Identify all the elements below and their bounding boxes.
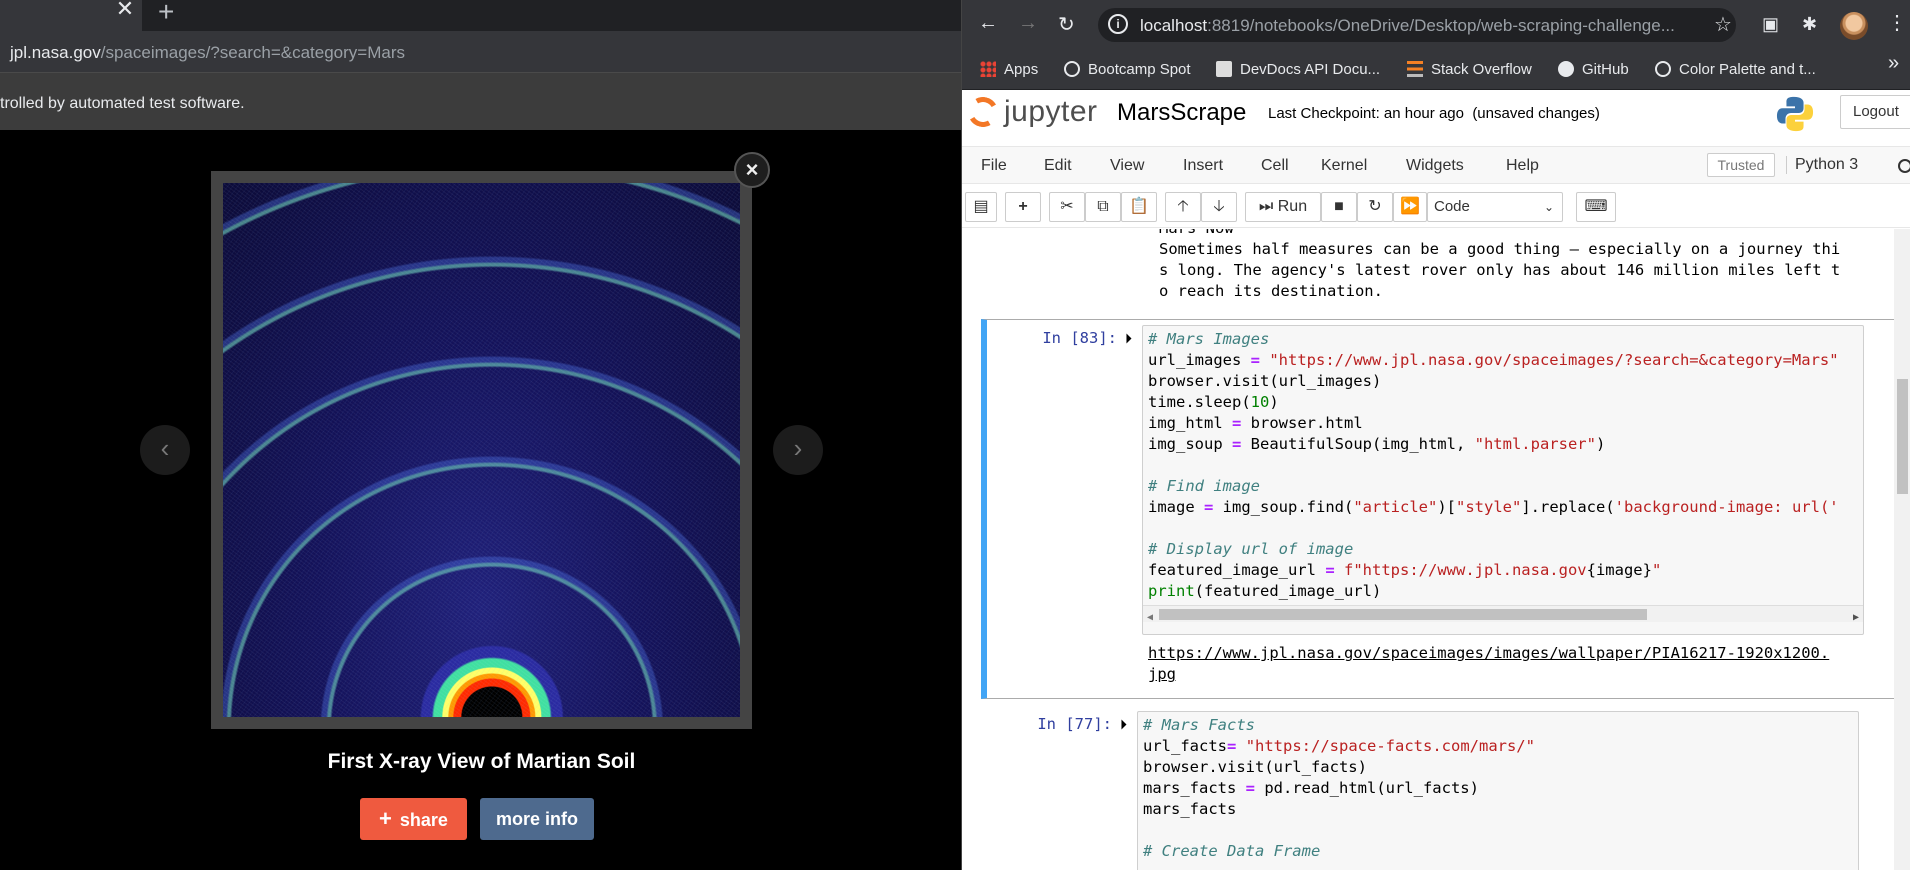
vertical-scrollbar[interactable] bbox=[1894, 229, 1910, 870]
kernel-name[interactable]: Python 3 bbox=[1786, 156, 1858, 174]
cell-output: https://www.jpl.nasa.gov/spaceimages/ima… bbox=[1148, 643, 1829, 685]
menu-file[interactable]: File bbox=[981, 157, 1007, 175]
bookmark-color-palette[interactable]: Color Palette and t... bbox=[1655, 57, 1816, 83]
new-tab-icon[interactable]: + bbox=[158, 0, 174, 28]
globe-icon bbox=[1064, 61, 1080, 77]
previous-arrow-icon[interactable]: ‹ bbox=[140, 425, 190, 475]
menu-kernel[interactable]: Kernel bbox=[1321, 157, 1367, 175]
paste-icon[interactable]: 📋 bbox=[1121, 192, 1157, 222]
menu-cell[interactable]: Cell bbox=[1261, 157, 1289, 175]
url-text[interactable]: jpl.nasa.gov/spaceimages/?search=&catego… bbox=[10, 43, 405, 63]
infobar-text: trolled by automated test software. bbox=[0, 95, 245, 112]
keyboard-icon[interactable]: ⌨ bbox=[1576, 192, 1616, 222]
reload-icon[interactable]: ↻ bbox=[1058, 12, 1075, 37]
next-arrow-icon[interactable]: › bbox=[773, 425, 823, 475]
bookmark-devdocs[interactable]: DevDocs API Docu... bbox=[1216, 57, 1380, 83]
lightbox-frame bbox=[211, 171, 752, 729]
menu-view[interactable]: View bbox=[1110, 157, 1144, 175]
output-link[interactable]: https://www.jpl.nasa.gov/spaceimages/ima… bbox=[1148, 644, 1829, 683]
jupyter-logo-text[interactable]: jupyter bbox=[1004, 95, 1098, 129]
run-cell-icon[interactable]: ⏵ bbox=[1120, 716, 1127, 733]
globe-icon bbox=[1655, 61, 1671, 77]
scroll-left-icon[interactable]: ◀ bbox=[1147, 607, 1153, 628]
bookmark-github[interactable]: GitHub bbox=[1558, 57, 1629, 83]
menu-widgets[interactable]: Widgets bbox=[1406, 157, 1464, 175]
url-text[interactable]: localhost:8819/notebooks/OneDrive/Deskto… bbox=[1140, 16, 1675, 36]
move-up-icon[interactable]: 🡡 bbox=[1165, 192, 1201, 222]
bookmarks-bar: Apps Bootcamp Spot DevDocs API Docu... S… bbox=[962, 50, 1910, 90]
notebook-name[interactable]: MarsScrape bbox=[1117, 99, 1246, 127]
puzzle-extensions-icon[interactable]: ✱ bbox=[1802, 14, 1817, 35]
cell-prompt: In [77]: bbox=[1037, 715, 1112, 733]
bookmark-star-icon[interactable]: ☆ bbox=[1714, 12, 1732, 37]
forward-arrow-icon[interactable]: → bbox=[1018, 12, 1038, 35]
extension-icon[interactable]: ▣ bbox=[1762, 14, 1779, 35]
horizontal-scrollbar[interactable]: ◀ ▶ bbox=[1143, 605, 1863, 623]
code-cell-83[interactable]: In [83]: ⏵ # Mars Images url_images = "h… bbox=[981, 319, 1897, 699]
menu-insert[interactable]: Insert bbox=[1183, 157, 1223, 175]
cell-prompt: In [83]: bbox=[1042, 329, 1117, 347]
bookmark-stack-overflow[interactable]: Stack Overflow bbox=[1407, 57, 1532, 83]
run-cell-icon[interactable]: ⏵ bbox=[1125, 330, 1132, 347]
github-icon bbox=[1558, 61, 1574, 77]
code-cell-77[interactable]: In [77]: ⏵ # Mars Facts url_facts= "http… bbox=[981, 705, 1897, 870]
address-bar[interactable]: i localhost:8819/notebooks/OneDrive/Desk… bbox=[1098, 8, 1736, 42]
more-bookmarks-icon[interactable]: » bbox=[1888, 52, 1899, 75]
kebab-menu-icon[interactable]: ⋮ bbox=[1887, 10, 1907, 35]
browser-toolbar: ← → ↻ i localhost:8819/notebooks/OneDriv… bbox=[962, 0, 1910, 50]
featured-image bbox=[223, 183, 740, 717]
code-editor[interactable]: # Mars Images url_images = "https://www.… bbox=[1142, 325, 1864, 635]
bookmark-bootcamp-spot[interactable]: Bootcamp Spot bbox=[1064, 57, 1191, 83]
avatar[interactable] bbox=[1840, 12, 1868, 40]
menu-help[interactable]: Help bbox=[1506, 157, 1539, 175]
code-editor[interactable]: # Mars Facts url_facts= "https://space-f… bbox=[1137, 711, 1859, 870]
devdocs-icon bbox=[1216, 61, 1232, 77]
jupyter-header: jupyter MarsScrape Last Checkpoint: an h… bbox=[962, 91, 1910, 143]
kernel-status-icon bbox=[1898, 159, 1910, 173]
move-down-icon[interactable]: 🡣 bbox=[1201, 192, 1237, 222]
copy-icon[interactable]: ⧉ bbox=[1085, 192, 1121, 222]
back-arrow-icon[interactable]: ← bbox=[978, 12, 998, 35]
python-logo-icon bbox=[1776, 96, 1814, 132]
trusted-indicator[interactable]: Trusted bbox=[1707, 153, 1775, 177]
cut-icon[interactable]: ✂ bbox=[1049, 192, 1085, 222]
chevron-down-icon: ⌄ bbox=[1543, 200, 1554, 214]
interrupt-icon[interactable]: ■ bbox=[1321, 192, 1357, 222]
cell-type-select[interactable]: Code ⌄ bbox=[1427, 192, 1563, 222]
more-info-button[interactable]: more info bbox=[480, 798, 594, 840]
insert-cell-icon[interactable]: + bbox=[1005, 192, 1041, 222]
left-browser-window: ✕ + jpl.nasa.gov/spaceimages/?search=&ca… bbox=[0, 0, 961, 870]
save-icon[interactable]: ▤ bbox=[965, 192, 997, 222]
right-browser-window: ← → ↻ i localhost:8819/notebooks/OneDriv… bbox=[961, 0, 1910, 870]
image-title: First X-ray View of Martian Soil bbox=[327, 750, 636, 773]
bookmark-apps[interactable]: Apps bbox=[980, 57, 1038, 83]
menu-bar: File Edit View Insert Cell Kernel Widget… bbox=[962, 146, 1910, 184]
notebook-toolbar: ▤ + ✂ ⧉ 📋 🡡 🡣 ⏭ Run ■ ↻ ⏩ Code ⌄ ⌨ bbox=[962, 186, 1910, 228]
active-tab[interactable]: ✕ bbox=[0, 0, 142, 31]
info-icon[interactable]: i bbox=[1108, 14, 1128, 34]
plus-icon: + bbox=[379, 806, 392, 831]
checkpoint-status: Last Checkpoint: an hour ago (unsaved ch… bbox=[1268, 105, 1600, 122]
close-icon[interactable]: × bbox=[734, 152, 770, 188]
notebook-area: Mars Now Sometimes half measures can be … bbox=[962, 229, 1910, 870]
close-tab-icon[interactable]: ✕ bbox=[114, 0, 136, 22]
automation-infobar: trolled by automated test software. bbox=[0, 72, 961, 130]
logout-button[interactable]: Logout bbox=[1840, 95, 1910, 129]
run-icon: ⏭ bbox=[1258, 198, 1274, 215]
menu-edit[interactable]: Edit bbox=[1044, 157, 1072, 175]
run-button[interactable]: ⏭ Run bbox=[1245, 192, 1321, 222]
jupyter-logo-icon[interactable] bbox=[964, 93, 1002, 131]
restart-icon[interactable]: ↻ bbox=[1357, 192, 1393, 222]
address-bar[interactable]: jpl.nasa.gov/spaceimages/?search=&catego… bbox=[0, 31, 961, 72]
share-button[interactable]: + share bbox=[360, 798, 467, 840]
tab-strip: ✕ + bbox=[0, 0, 961, 31]
stack-overflow-icon bbox=[1407, 61, 1423, 77]
apps-grid-icon bbox=[980, 61, 996, 77]
scroll-right-icon[interactable]: ▶ bbox=[1853, 607, 1859, 628]
scrollbar-thumb[interactable] bbox=[1159, 609, 1647, 620]
previous-cell-output: Mars Now Sometimes half measures can be … bbox=[1159, 229, 1841, 300]
scrollbar-thumb[interactable] bbox=[1897, 379, 1908, 494]
restart-run-all-icon[interactable]: ⏩ bbox=[1393, 192, 1427, 222]
